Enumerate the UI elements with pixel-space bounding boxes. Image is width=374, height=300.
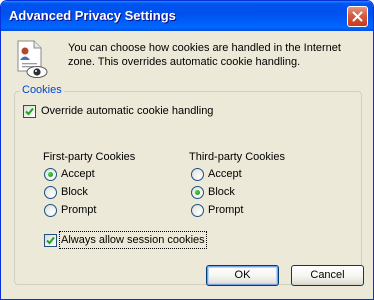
close-button[interactable] [347,6,368,27]
first-party-prompt-radio[interactable] [44,204,57,217]
intro-text: You can choose how cookies are handled i… [68,41,358,69]
first-party-block-radio[interactable] [44,186,57,199]
checkmark-icon [46,236,55,245]
override-label[interactable]: Override automatic cookie handling [41,104,213,118]
radio-dot-icon [48,172,53,177]
first-party-accept-radio[interactable] [44,168,57,181]
checkmark-icon [25,107,34,116]
title-bar[interactable]: Advanced Privacy Settings [1,1,373,31]
cookies-group: Cookies Override automatic cookie handli… [14,84,362,285]
first-party-accept-label[interactable]: Accept [61,167,95,181]
override-checkbox[interactable] [23,105,36,118]
session-cookies-checkbox[interactable] [44,234,57,247]
third-party-block-radio[interactable] [191,186,204,199]
intro-line-1: You can choose how cookies are handled i… [68,42,341,54]
third-party-heading: Third-party Cookies [189,151,285,163]
cookies-group-label: Cookies [20,84,64,96]
ok-button[interactable]: OK [206,265,279,286]
first-party-block-label[interactable]: Block [61,185,88,199]
advanced-privacy-settings-dialog: Advanced Privacy Settings You can choose… [0,0,374,300]
privacy-document-icon [17,40,48,78]
dialog-body: You can choose how cookies are handled i… [4,31,370,296]
first-party-heading: First-party Cookies [43,151,136,163]
session-cookies-label[interactable]: Always allow session cookies [59,231,207,249]
window-title: Advanced Privacy Settings [9,8,176,23]
third-party-prompt-label[interactable]: Prompt [208,203,243,217]
third-party-accept-radio[interactable] [191,168,204,181]
cancel-button[interactable]: Cancel [291,265,364,286]
first-party-prompt-label[interactable]: Prompt [61,203,96,217]
third-party-block-label[interactable]: Block [208,185,235,199]
intro-line-2: zone. This overrides automatic cookie ha… [68,56,301,68]
close-icon [352,11,363,22]
third-party-accept-label[interactable]: Accept [208,167,242,181]
third-party-prompt-radio[interactable] [191,204,204,217]
radio-dot-icon [195,190,200,195]
